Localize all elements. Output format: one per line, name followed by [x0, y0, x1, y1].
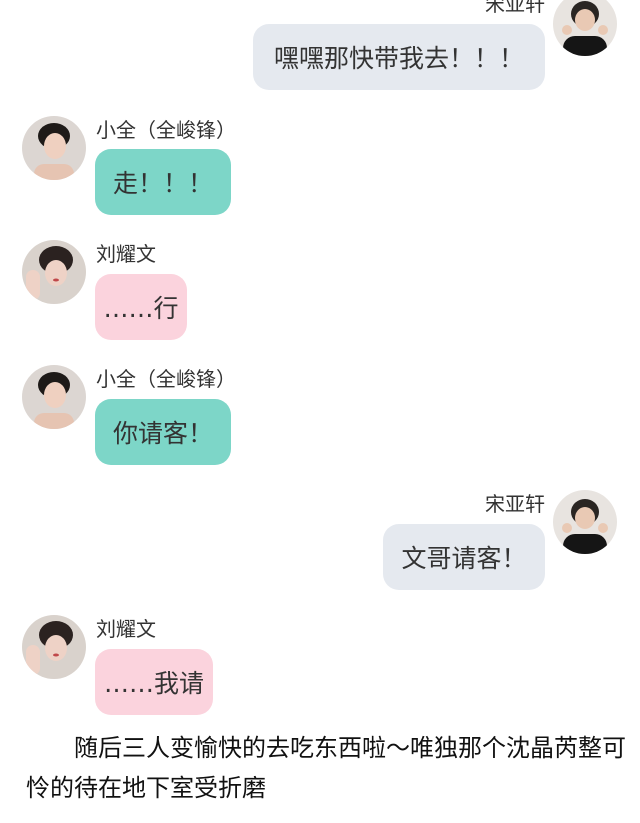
avatar-xiaoquan[interactable] — [22, 116, 86, 180]
avatar-liuyaowen[interactable] — [22, 615, 86, 679]
avatar-songyaxuan[interactable] — [553, 0, 617, 56]
message-bubble[interactable]: ……我请 — [95, 649, 213, 715]
avatar-xiaoquan[interactable] — [22, 365, 86, 429]
message-bubble[interactable]: 走！！！ — [95, 149, 231, 215]
message-bubble[interactable]: 你请客！ — [95, 399, 231, 465]
sender-name: 小全（全峻锋） — [96, 118, 236, 142]
sender-name: 宋亚轩 — [485, 0, 545, 16]
sender-name: 宋亚轩 — [485, 492, 545, 516]
avatar-songyaxuan[interactable] — [553, 490, 617, 554]
message-bubble[interactable]: 嘿嘿那快带我去！！！ — [253, 24, 545, 90]
story-narration: 随后三人变愉快的去吃东西啦～唯独那个沈晶芮整可怜的待在地下室受折磨 — [26, 734, 626, 802]
sender-name: 刘耀文 — [96, 617, 156, 641]
sender-name: 小全（全峻锋） — [96, 367, 236, 391]
avatar-liuyaowen[interactable] — [22, 240, 86, 304]
sender-name: 刘耀文 — [96, 242, 156, 266]
message-bubble[interactable]: ……行 — [95, 274, 187, 340]
message-bubble[interactable]: 文哥请客！ — [383, 524, 545, 590]
